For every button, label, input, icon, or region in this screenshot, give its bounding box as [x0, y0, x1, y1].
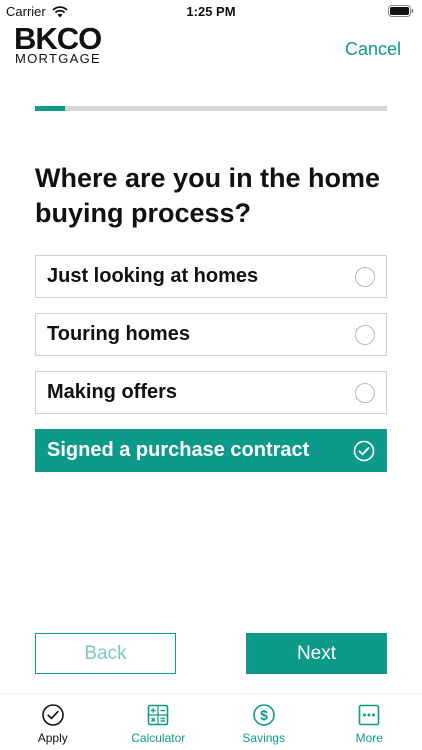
status-time: 1:25 PM [186, 4, 236, 19]
progress-bar [35, 106, 387, 111]
option-label: Signed a purchase contract [47, 439, 310, 461]
option-touring[interactable]: Touring homes [35, 313, 387, 356]
tab-label: Apply [37, 731, 68, 745]
next-button[interactable]: Next [246, 633, 387, 674]
more-icon [358, 704, 380, 726]
option-label: Making offers [47, 381, 178, 403]
back-button[interactable]: Back [35, 633, 176, 674]
option-label: Touring homes [47, 323, 190, 345]
check-circle-icon [353, 440, 375, 461]
tab-calculator[interactable]: Calculator [106, 694, 212, 750]
tab-label: Calculator [131, 731, 186, 745]
tab-label: More [355, 731, 383, 745]
check-circle-icon [41, 704, 64, 726]
dollar-circle-icon: $ [252, 704, 275, 726]
battery-icon [388, 5, 414, 17]
calculator-icon [147, 704, 169, 726]
tab-label: Savings [242, 731, 286, 745]
radio-unchecked-icon [355, 324, 375, 345]
option-signed-contract[interactable]: Signed a purchase contract [35, 429, 387, 472]
option-making-offers[interactable]: Making offers [35, 371, 387, 414]
radio-unchecked-icon [355, 382, 375, 403]
option-just-looking[interactable]: Just looking at homes [35, 255, 387, 298]
option-label: Just looking at homes [47, 265, 259, 287]
svg-text:$: $ [260, 707, 268, 723]
tab-bar: Apply Calculator $ Savings More [0, 693, 422, 750]
options-list: Just looking at homes Touring homes Maki… [35, 255, 387, 487]
tab-apply[interactable]: Apply [0, 694, 106, 750]
progress-fill [35, 106, 65, 111]
logo-main: BKCO [14, 21, 102, 56]
status-bar: Carrier 1:25 PM [0, 0, 422, 22]
tab-savings[interactable]: $ Savings [211, 694, 317, 750]
radio-unchecked-icon [355, 266, 375, 287]
bkco-logo: BKCO MORTGAGE [14, 21, 102, 66]
question-title: Where are you in the home buying process… [35, 163, 381, 228]
logo-sub: MORTGAGE [15, 51, 102, 66]
tab-more[interactable]: More [317, 694, 422, 750]
cancel-button[interactable]: Cancel [345, 39, 401, 60]
